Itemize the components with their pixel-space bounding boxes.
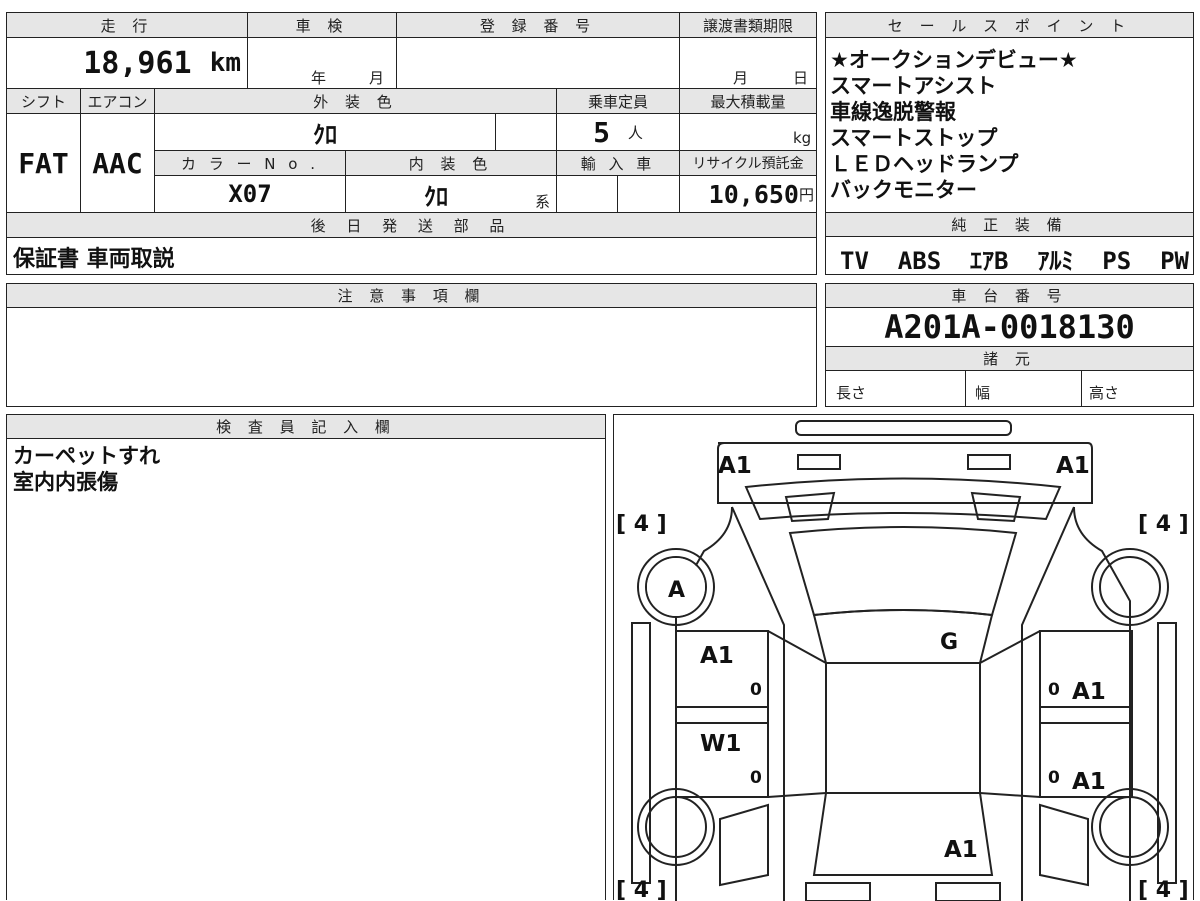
label-tire-fl: [ 4 ] [616, 512, 667, 537]
sales-point-header: セ ー ル ス ポ イ ン ト [826, 13, 1193, 38]
label-left-rear-door: W1 [700, 731, 741, 757]
label-zero-lf: 0 [750, 680, 762, 700]
inspector-notes: カーペットすれ 室内内張傷 [13, 443, 160, 495]
label-zero-lr: 0 [750, 768, 762, 788]
sales-point-panel: セ ー ル ス ポ イ ン ト ★オークションデビュー★ スマートアシスト 車線… [825, 12, 1194, 213]
shaken-month: 月 [369, 69, 385, 87]
shift-value: FAT [18, 146, 69, 180]
equipment-panel: 純 正 装 備 TV ABS ｴｱB ｱﾙﾐ PS PW [825, 212, 1194, 275]
spec-height: 高さ [1089, 384, 1120, 402]
windshield-shape [788, 526, 1018, 617]
exterior-color-value: ｸﾛ [313, 120, 337, 149]
max-load-header: 最大積載量 [680, 89, 816, 113]
spec-length: 長さ [836, 384, 867, 402]
mileage-value: 18,961 km [7, 38, 247, 88]
hood-shape [717, 442, 1093, 504]
ac-header: エアコン [81, 89, 154, 113]
label-front-right: A1 [1056, 453, 1090, 479]
caution-header: 注 意 事 項 欄 [7, 284, 816, 308]
label-right-front-door: A1 [1072, 679, 1106, 705]
mileage-number: 18,961 [83, 45, 192, 81]
cabin-shape [825, 662, 981, 794]
sales-line: スマートストップ [830, 126, 998, 150]
interior-color-value: ｸﾛ [424, 182, 448, 211]
mileage-unit: km [209, 48, 241, 78]
sales-line: 車線逸脱警報 [830, 100, 956, 124]
label-tire-fr: [ 4 ] [1138, 512, 1189, 537]
roof-shape [812, 609, 994, 664]
label-left-front-door: A1 [700, 643, 734, 669]
sales-point-list: ★オークションデビュー★ スマートアシスト 車線逸脱警報 スマートストップ ＬＥ… [830, 47, 1078, 203]
inspector-note: 室内内張傷 [13, 470, 118, 494]
label-tire-rr: [ 4 ] [1138, 878, 1189, 901]
sales-line: スマートアシスト [830, 74, 997, 98]
interior-color-header: 内 装 色 [346, 151, 556, 175]
shaken-header: 車 検 [248, 13, 396, 37]
sales-line: バックモニター [830, 178, 977, 202]
equipment-value: TV ABS ｴｱB ｱﾙﾐ PS PW [840, 247, 1189, 275]
recycle-value: 10,650 円 [680, 176, 816, 212]
transfer-deadline-header: 譲渡書類期限 [680, 13, 816, 37]
later-parts-value: 保証書 車両取説 [13, 247, 175, 272]
shift-header: シフト [7, 89, 80, 113]
transfer-day: 日 [793, 69, 809, 87]
label-right-rear-door: A1 [1072, 769, 1106, 795]
recycle-header: リサイクル預託金 [680, 151, 816, 175]
car-diagram: A1 A1 [ 4 ] [ 4 ] [ 4 ] [ 4 ] A G A1 W1 … [616, 420, 1189, 901]
equipment-header: 純 正 装 備 [826, 213, 1193, 237]
right-front-door-shape [1039, 630, 1133, 724]
label-front-left: A1 [718, 453, 752, 479]
shaken-year: 年 [311, 69, 327, 87]
transfer-month: 月 [733, 69, 749, 87]
inspector-panel: 検 査 員 記 入 欄 カーペットすれ 室内内張傷 [6, 414, 606, 900]
vehicle-info-table: 走 行 車 検 登 録 番 号 譲渡書類期限 18,961 km 年 月 月 日… [6, 12, 817, 275]
recycle-number: 10,650 [708, 179, 799, 209]
damage-diagram-panel: A1 A1 [ 4 ] [ 4 ] [ 4 ] [ 4 ] A G A1 W1 … [613, 414, 1194, 901]
color-no-value: X07 [228, 180, 272, 208]
label-zero-rr: 0 [1048, 768, 1060, 788]
recycle-unit: 円 [798, 185, 814, 204]
chassis-number: A201A-0018130 [884, 308, 1135, 346]
capacity-unit: 人 [627, 123, 643, 142]
headlight-right-shape [967, 454, 1011, 470]
chassis-header: 車 台 番 号 [826, 284, 1193, 308]
color-no-header: カ ラ ー N o . [155, 151, 345, 175]
chassis-panel: 車 台 番 号 A201A-0018130 諸 元 長さ 幅 高さ [825, 283, 1194, 407]
exterior-color-header: 外 装 色 [155, 89, 556, 113]
sales-line: ★オークションデビュー★ [830, 48, 1078, 72]
label-rear-hatch: A1 [944, 837, 978, 863]
spec-width: 幅 [975, 384, 991, 402]
sales-line: ＬＥＤヘッドランプ [830, 152, 1019, 176]
front-bumper-shape [795, 420, 1012, 436]
capacity-value: 5 人 [557, 114, 679, 150]
load-unit: kg [793, 129, 812, 147]
capacity-header: 乗車定員 [557, 89, 679, 113]
windshield-frame [744, 477, 1062, 521]
specs-header: 諸 元 [826, 347, 1193, 370]
caution-panel: 注 意 事 項 欄 [6, 283, 817, 407]
later-parts-header: 後 日 発 送 部 品 [7, 213, 816, 237]
mileage-header: 走 行 [7, 13, 247, 37]
inspector-header: 検 査 員 記 入 欄 [7, 415, 605, 439]
headlight-left-shape [797, 454, 841, 470]
label-fl-fender: A [668, 578, 685, 603]
capacity-number: 5 [593, 115, 610, 149]
interior-suffix: 系 [535, 193, 551, 211]
label-tire-rl: [ 4 ] [616, 878, 667, 901]
ac-value: AAC [92, 146, 143, 180]
registration-header: 登 録 番 号 [397, 13, 679, 37]
label-zero-rf: 0 [1048, 680, 1060, 700]
inspector-note: カーペットすれ [13, 444, 160, 468]
import-header: 輸 入 車 [557, 151, 679, 175]
label-windshield: G [940, 630, 958, 655]
